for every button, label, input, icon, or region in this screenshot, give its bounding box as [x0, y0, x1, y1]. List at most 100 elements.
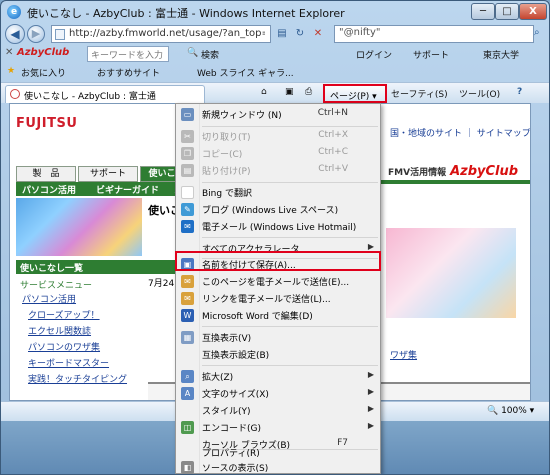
address-bar[interactable]: http://azby.fmworld.net/usage/?an_top= [51, 25, 271, 43]
menu-item-cut[interactable]: ✂ 切り取り(T) Ctrl+X [178, 128, 378, 145]
address-url[interactable]: http://azby.fmworld.net/usage/?an_top= [69, 28, 265, 39]
page-menu-label: ページ(P) [330, 92, 370, 102]
menu-item-label: プロパティ(R) [202, 449, 260, 459]
menu-item-paste[interactable]: ▤ 貼り付け(P) Ctrl+V [178, 162, 378, 179]
menu-item-shortcut: Ctrl+C [318, 147, 348, 157]
menu-item-edit-word[interactable]: W Microsoft Word で編集(D) [178, 307, 378, 324]
main-date: 7月24 [148, 279, 175, 289]
menu-item-zoom[interactable]: ⌕ 拡大(Z) ▶ [178, 368, 378, 385]
pixelated-banner-image [16, 198, 142, 256]
title-bar: e 使いこなし - AzbyClub : 富士通 - Windows Inter… [1, 1, 549, 23]
menu-item-copy[interactable]: ❐ コピー(C) Ctrl+C [178, 145, 378, 162]
support-button[interactable]: サポート [413, 48, 449, 61]
stop-icon[interactable]: ✕ [311, 27, 325, 41]
blog-icon: ✎ [181, 203, 194, 216]
menu-item-label: コピー(C) [202, 150, 243, 160]
web-slice-gallery-button[interactable]: Web スライス ギャラ... [197, 66, 294, 79]
keyword-input[interactable]: キーワードを入力 [87, 46, 169, 62]
subnav-beginner[interactable]: ビギナーガイド [96, 183, 159, 196]
page-icon [55, 29, 65, 40]
menu-item-text-size[interactable]: A 文字のサイズ(X) ▶ [178, 385, 378, 402]
login-button[interactable]: ログイン [356, 48, 392, 61]
zoom-value: 100% [501, 406, 527, 416]
page-menu-button[interactable]: ページ(P) ▾ [323, 84, 387, 103]
subnav-pc[interactable]: パソコン活用 [22, 183, 76, 196]
keyword-placeholder: キーワードを入力 [91, 51, 164, 61]
save-as-highlight-box [175, 251, 381, 271]
menu-item-send-link[interactable]: ✉ リンクを電子メールで送信(L)... [178, 290, 378, 307]
feeds-icon[interactable]: ▣ [285, 87, 294, 97]
search-query[interactable]: "@nifty" [339, 27, 381, 38]
minimize-button[interactable]: ─ [471, 3, 495, 20]
azby-search-icon[interactable]: 🔍 [187, 48, 198, 58]
back-button[interactable]: ◀ [5, 24, 25, 44]
close-button[interactable]: X [519, 3, 547, 20]
bing-icon [181, 186, 194, 199]
menu-item-label: 切り取り(T) [202, 133, 251, 143]
menu-item-style[interactable]: スタイル(Y) ▶ [178, 402, 378, 419]
copy-icon: ❐ [181, 147, 194, 160]
fujitsu-logo[interactable]: FUJITSU [16, 116, 77, 131]
azby-search-button[interactable]: 検索 [201, 48, 219, 61]
region-links[interactable]: 国・地域のサイト ｜ サイトマップ [390, 126, 530, 139]
favorites-button[interactable]: お気に入り [21, 66, 66, 79]
menu-item-compat-view[interactable]: ▦ 互換表示(V) [178, 329, 378, 346]
toolbar-close-icon[interactable]: ✕ [5, 47, 13, 58]
menu-item-view-source[interactable]: ◧ ソースの表示(S) [178, 459, 378, 474]
main-link[interactable]: ワザ集 [390, 348, 417, 361]
sidebar-subtitle: サービスメニュー [20, 281, 93, 291]
sidebar-pc-link[interactable]: パソコン活用 [22, 292, 76, 305]
tab-support[interactable]: サポート [78, 166, 138, 182]
sidebar-link[interactable]: エクセル関数誌 [28, 324, 91, 337]
sidebar-link[interactable]: キーボードマスター [28, 356, 109, 369]
sub-nav: パソコン活用 ビギナーガイド メ [16, 182, 186, 196]
search-icon[interactable]: ⌕ [534, 27, 546, 39]
sidebar-link[interactable]: 実践！タッチタイピング [28, 372, 127, 385]
search-input[interactable]: "@nifty" [334, 25, 534, 43]
menu-item-new-window[interactable]: ▭ 新規ウィンドウ (N) Ctrl+N [178, 106, 378, 123]
page-menu: ▭ 新規ウィンドウ (N) Ctrl+N ✂ 切り取り(T) Ctrl+X ❐ … [175, 103, 381, 474]
sidebar-link[interactable]: パソコンのワザ集 [28, 340, 100, 353]
compat-icon: ▦ [181, 331, 194, 344]
tab-title: 使いこなし - AzbyClub : 富士通 [24, 92, 156, 102]
tab-products[interactable]: 製 品 [16, 166, 76, 182]
azby-toolbar: ✕ AzbyClub キーワードを入力 🔍 検索 ログイン サポート 東京大学 [1, 45, 549, 63]
menu-item-label: Bing で翻訳 [202, 189, 252, 199]
paste-icon: ▤ [181, 164, 194, 177]
help-icon[interactable]: ? [517, 87, 522, 97]
compat-view-icon[interactable]: ▤ [275, 27, 289, 41]
refresh-icon[interactable]: ↻ [293, 27, 307, 41]
azby-brand[interactable]: AzbyClub [17, 47, 69, 58]
favorites-star-icon[interactable]: ★ [7, 66, 15, 76]
cut-icon: ✂ [181, 130, 194, 143]
tab-current[interactable]: 使いこなし - AzbyClub : 富士通 [5, 85, 205, 103]
menu-item-label: 新規ウィンドウ (N) [202, 111, 282, 121]
menu-item-label: 拡大(Z) [202, 373, 234, 383]
browser-window: e 使いこなし - AzbyClub : 富士通 - Windows Inter… [0, 0, 550, 475]
maximize-button[interactable]: □ [495, 3, 519, 20]
menu-separator [202, 126, 378, 127]
menu-item-bing-translate[interactable]: Bing で翻訳 [178, 184, 378, 201]
favorites-bar: ★ お気に入り おすすめサイト Web スライス ギャラ... [1, 63, 549, 82]
univ-button[interactable]: 東京大学 [483, 48, 519, 61]
menu-separator [202, 365, 378, 366]
sidebar-link[interactable]: クローズアップ！ [28, 308, 100, 321]
menu-item-compat-settings[interactable]: 互換表示設定(B) [178, 346, 378, 363]
menu-item-label: このページを電子メールで送信(E)... [202, 278, 350, 288]
menu-item-encoding[interactable]: ◫ エンコード(G) ▶ [178, 419, 378, 436]
print-icon[interactable]: ⎙ [305, 87, 312, 97]
home-icon[interactable]: ⌂ [261, 87, 267, 97]
menu-item-send-page[interactable]: ✉ このページを電子メールで送信(E)... [178, 273, 378, 290]
submenu-arrow-icon: ▶ [367, 387, 374, 396]
feature-image[interactable] [386, 228, 516, 318]
menu-item-blog[interactable]: ✎ ブログ (Windows Live スペース) [178, 201, 378, 218]
safety-menu-button[interactable]: セーフティ(S) [391, 87, 448, 100]
menu-item-hotmail[interactable]: ✉ 電子メール (Windows Live Hotmail) [178, 218, 378, 235]
forward-button[interactable]: ▶ [27, 25, 45, 43]
hotmail-icon: ✉ [181, 220, 194, 233]
tools-menu-button[interactable]: ツール(O) [459, 87, 500, 100]
banner-sub: FMV活用情報 [388, 168, 447, 178]
azby-banner[interactable]: FMV活用情報 AzbyClub [388, 164, 518, 179]
zoom-level[interactable]: 🔍 100% ▾ [487, 406, 534, 416]
suggested-sites-button[interactable]: おすすめサイト [97, 66, 160, 79]
